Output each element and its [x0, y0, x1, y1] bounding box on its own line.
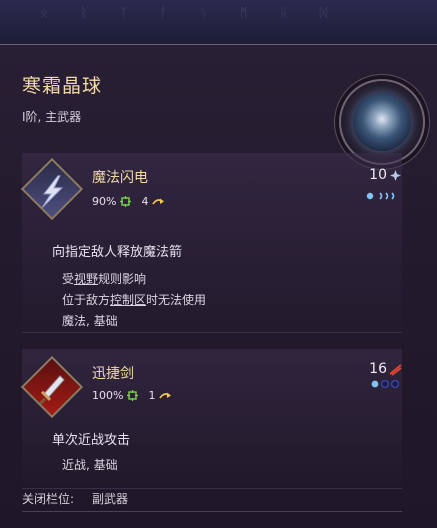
divider — [22, 511, 402, 512]
charge-pip-icon — [366, 192, 395, 200]
accuracy-value: 100% — [92, 389, 124, 402]
accuracy-icon — [127, 390, 139, 401]
skill-name: 迅捷剑 — [92, 366, 134, 382]
frost-orb-icon — [353, 93, 411, 151]
skill-notes: 受视野规则影响 位于敌方控制区时无法使用 魔法, 基础 — [62, 269, 206, 332]
skill-description: 单次近战攻击 — [52, 433, 131, 448]
skill-description: 向指定敌人释放魔法箭 — [52, 245, 183, 260]
cost-value: 16 — [369, 361, 387, 377]
range-value: 4 — [141, 195, 149, 208]
charge-pip-icon — [371, 379, 400, 389]
item-subtitle: I阶, 主武器 — [22, 110, 82, 124]
skill-card-magic-lightning[interactable]: 魔法闪电 90% 4 10 向指定敌人释放魔法箭 受视野规则影响 位于敌方控制区… — [20, 153, 402, 333]
skill-cost: 16 — [369, 361, 402, 377]
skill-note: 位于敌方控制区时无法使用 — [62, 293, 207, 307]
blue-crystal-icon — [390, 169, 401, 181]
range-arrow-icon — [159, 392, 172, 399]
accuracy-value: 90% — [92, 195, 117, 208]
skill-note: 近战, 基础 — [62, 458, 118, 472]
skill-note: 受视野规则影响 — [62, 272, 147, 286]
skill-name: 魔法闪电 — [92, 170, 148, 186]
lightning-bolt-icon — [20, 157, 84, 221]
item-tooltip: 寒霜晶球 I阶, 主武器 魔法闪电 90% 4 10 向指定敌人释放魔法箭 受视… — [0, 44, 437, 528]
charge-pips — [370, 379, 400, 389]
item-title: 寒霜晶球 — [22, 75, 103, 97]
slot-value: 副武器 — [92, 492, 129, 506]
slot-info: 关闭栏位: 副武器 — [22, 490, 128, 507]
charge-pips — [366, 191, 400, 201]
background-strip: ᛟ ᚱ ᛉ ᚨ ᛊ ᛗ ᚺ ᛞ — [0, 0, 437, 46]
item-header: 寒霜晶球 I阶, 主武器 — [22, 71, 102, 125]
skill-stats: 90% 4 — [92, 195, 165, 208]
accuracy-icon — [120, 196, 132, 207]
sword-icon — [20, 355, 84, 419]
rune-decoration: ᛟ ᚱ ᛉ ᚨ ᛊ ᛗ ᚺ ᛞ — [40, 6, 342, 21]
red-slash-icon — [389, 363, 402, 376]
skill-notes: 近战, 基础 — [62, 455, 118, 476]
skill-card-swift-sword[interactable]: 迅捷剑 100% 1 16 单次近战攻击 近战, 基础 — [20, 349, 402, 489]
range-value: 1 — [148, 389, 156, 402]
cost-value: 10 — [369, 167, 387, 183]
range-arrow-icon — [152, 198, 165, 205]
skill-note: 魔法, 基础 — [62, 314, 118, 328]
skill-cost: 10 — [369, 167, 402, 183]
skill-stats: 100% 1 — [92, 389, 172, 402]
slot-label: 关闭栏位: — [22, 492, 75, 506]
